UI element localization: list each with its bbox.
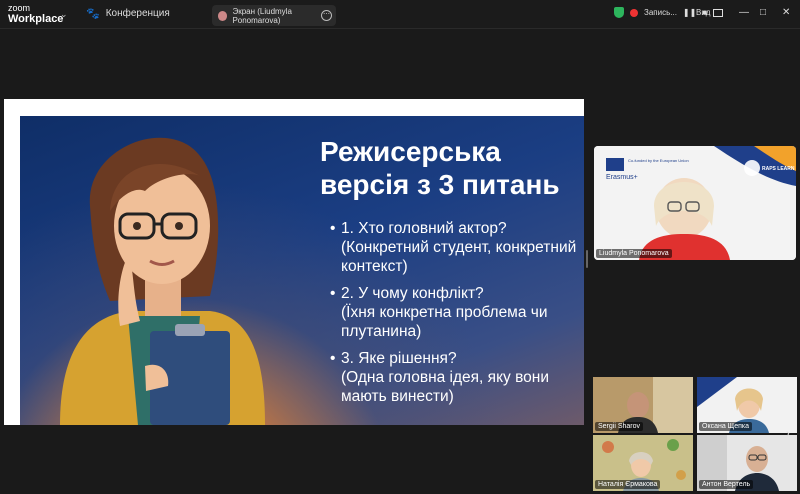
eu-flag-icon [606, 158, 624, 171]
meeting-title-button[interactable]: 🐾 Конференция [86, 7, 170, 20]
participant-name: Оксана Щепка [699, 422, 753, 431]
chevron-down-icon[interactable]: ⌄ [60, 9, 68, 20]
top-bar: zoom Workplace ⌄ 🐾 Конференция Экран (Li… [0, 0, 800, 29]
recording-label: Запись... [644, 8, 677, 17]
bullet-sub: (Їхня конкретна проблема чи плутанина) [341, 304, 548, 340]
paw-icon: 🐾 [86, 8, 100, 20]
program-label: Erasmus+ [606, 174, 638, 181]
view-grid-icon[interactable] [713, 9, 723, 17]
participant-tile[interactable]: Антон Вертель [697, 435, 797, 491]
logo-line2: Workplace [8, 13, 64, 25]
participant-name: Liudmyla Ponomarova [596, 249, 672, 258]
shield-icon [614, 7, 624, 18]
bullet-sub: (Одна головна ідея, яку вони мають винес… [341, 369, 549, 405]
screen-share-tab[interactable]: Экран (Liudmyla Ponomarova) ⋯ [212, 5, 336, 26]
slide-bullets: 1. Хто головний актор? (Конкретний студе… [330, 219, 580, 414]
bullet-head: 3. Яке рішення? [341, 350, 457, 367]
slide-title: Режисерська версія з 3 питань [320, 135, 560, 201]
next-page-icon[interactable]: › [786, 428, 790, 440]
participant-name: Наталія Єрмакова [595, 480, 661, 489]
zoom-logo: zoom Workplace [8, 3, 63, 25]
presentation-slide: Режисерська версія з 3 питань 1. Хто гол… [20, 116, 584, 425]
minimize-icon[interactable]: — [739, 7, 749, 18]
close-icon[interactable]: ✕ [782, 7, 790, 18]
participant-name: Sergii Sharov [595, 422, 644, 431]
participant-tile[interactable]: Наталія Єрмакова [593, 435, 693, 491]
eu-banner-text: Co-funded by the European Union [628, 158, 689, 163]
bullet-head: 1. Хто головний актор? [341, 220, 507, 237]
brand-label: RAPS LEARN [762, 166, 795, 172]
participant-tile[interactable]: Sergii Sharov [593, 377, 693, 433]
maximize-icon[interactable]: □ [760, 7, 766, 18]
avatar-icon [218, 10, 228, 21]
participant-name: Антон Вертель [699, 480, 754, 489]
speaker-video-tile[interactable]: Co-funded by the European Union Erasmus+… [594, 146, 796, 260]
shared-screen: Режисерська версія з 3 питань 1. Хто гол… [4, 99, 584, 425]
bullet-head: 2. У чому конфлікт? [341, 285, 484, 302]
bullet-item: 2. У чому конфлікт? (Їхня конкретна проб… [330, 284, 580, 341]
bullet-item: 1. Хто головний актор? (Конкретний студе… [330, 219, 580, 276]
more-options-icon[interactable]: ⋯ [321, 10, 332, 21]
speaker-video [594, 146, 796, 260]
resize-handle[interactable] [586, 250, 588, 268]
bullet-sub: (Конкретний студент, конкретний контекст… [341, 239, 577, 275]
participant-tile[interactable]: Оксана Щепка [697, 377, 797, 433]
recording-indicator[interactable]: Запись... ❚❚ ■ [614, 7, 707, 18]
record-dot-icon [630, 8, 638, 17]
slide-title-line1: Режисерська [320, 136, 501, 167]
bullet-item: 3. Яке рішення? (Одна головна ідея, яку … [330, 349, 580, 406]
participant-grid: Sergii Sharov Оксана Щепка Наталія Єрмак… [593, 377, 797, 491]
teacher-illustration [60, 137, 265, 425]
view-label[interactable]: Вид [696, 8, 710, 17]
pause-icon[interactable]: ❚❚ [683, 8, 696, 17]
meeting-title: Конференция [105, 8, 170, 19]
slide-title-line2: версія з 3 питань [320, 169, 560, 200]
